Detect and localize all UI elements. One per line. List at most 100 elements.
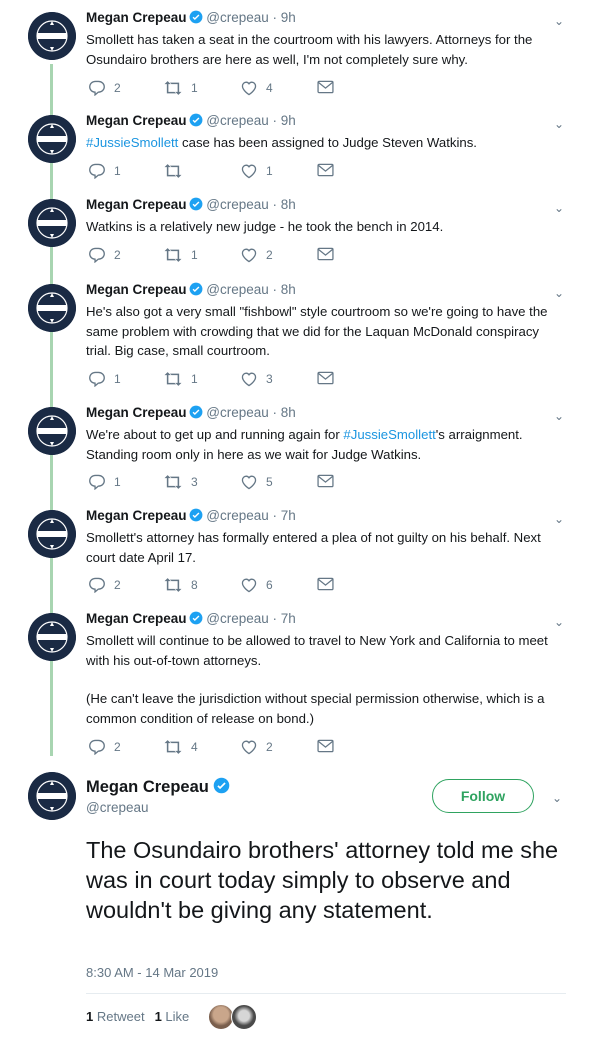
reply-icon [89,474,105,490]
author-handle[interactable]: @crepeau [206,10,269,25]
retweet-icon [164,248,182,262]
reply-count: 2 [114,578,121,592]
tweet-text: He's also got a very small "fishbowl" st… [86,304,548,358]
tweet-text: Smollett has taken a seat in the courtro… [86,32,533,67]
reply-button[interactable]: 1 [88,163,121,179]
like-button[interactable]: 4 [240,80,273,96]
author-handle[interactable]: @crepeau [206,508,269,523]
like-button[interactable]: 2 [240,739,273,755]
like-button[interactable]: 6 [240,577,273,593]
direct-message-button[interactable] [317,247,334,261]
tweet-time[interactable]: 8h [281,282,296,297]
engager-avatars [208,1004,257,1030]
direct-message-button[interactable] [317,80,334,94]
verified-badge-icon [213,777,230,799]
chevron-down-icon[interactable]: ⌄ [554,14,564,28]
reply-button[interactable]: 1 [88,371,121,387]
avatar[interactable] [28,407,76,455]
avatar[interactable] [28,115,76,163]
verified-badge-icon [189,197,203,214]
envelope-icon [317,474,334,488]
author-name[interactable]: Megan Crepeau [86,508,187,523]
direct-message-button[interactable] [317,739,334,753]
author-handle[interactable]: @crepeau [206,197,269,212]
reply-icon [89,247,105,263]
reply-count: 2 [114,248,121,262]
author-handle[interactable]: @crepeau [206,282,269,297]
reply-count: 2 [114,81,121,95]
tweet-time[interactable]: 9h [281,10,296,25]
like-stat[interactable]: 1 Like [155,1009,190,1024]
like-count: 3 [266,372,273,386]
hashtag-link[interactable]: #JussieSmollett [343,427,435,442]
direct-message-button[interactable] [317,577,334,591]
tweet-timestamp[interactable]: 8:30 AM - 14 Mar 2019 [86,965,218,980]
chevron-down-icon[interactable]: ⌄ [554,201,564,215]
author-name[interactable]: Megan Crepeau [86,778,209,796]
direct-message-button[interactable] [317,474,334,488]
reply-button[interactable]: 1 [88,474,121,490]
avatar[interactable] [28,284,76,332]
author-handle[interactable]: @crepeau [206,113,269,128]
retweet-count: 1 [86,1009,94,1024]
author-name[interactable]: Megan Crepeau [86,405,187,420]
envelope-icon [317,577,334,591]
avatar[interactable] [28,772,76,820]
avatar[interactable] [28,12,76,60]
verified-badge-icon [189,282,203,299]
tweet-time[interactable]: 7h [281,508,296,523]
heart-icon [241,81,257,96]
chevron-down-icon[interactable]: ⌄ [554,409,564,423]
author-name[interactable]: Megan Crepeau [86,197,187,212]
tweet-time[interactable]: 8h [281,197,296,212]
author-name[interactable]: Megan Crepeau [86,611,187,626]
envelope-icon [317,163,334,177]
hashtag-link[interactable]: #JussieSmollett [86,135,178,150]
verified-badge-icon [189,508,203,525]
author-handle[interactable]: @crepeau [86,800,149,815]
retweet-button[interactable]: 4 [163,739,198,755]
direct-message-button[interactable] [317,163,334,177]
retweet-button[interactable] [163,163,191,179]
chevron-down-icon[interactable]: ⌄ [552,791,562,805]
author-name[interactable]: Megan Crepeau [86,10,187,25]
retweet-button[interactable]: 8 [163,577,198,593]
tweet-time[interactable]: 7h [281,611,296,626]
like-button[interactable]: 5 [240,474,273,490]
chevron-down-icon[interactable]: ⌄ [554,117,564,131]
like-label: Like [165,1009,190,1024]
chevron-down-icon[interactable]: ⌄ [554,286,564,300]
chevron-down-icon[interactable]: ⌄ [554,615,564,629]
direct-message-button[interactable] [317,371,334,385]
reply-count: 1 [114,475,121,489]
reply-button[interactable]: 2 [88,247,121,263]
like-button[interactable]: 3 [240,371,273,387]
tweet-time[interactable]: 8h [281,405,296,420]
reply-count: 1 [114,164,121,178]
follow-button[interactable]: Follow [432,779,534,813]
heart-icon [241,578,257,593]
reply-button[interactable]: 2 [88,80,121,96]
retweet-button[interactable]: 1 [163,371,198,387]
retweet-icon [164,372,182,386]
avatar[interactable] [231,1004,257,1030]
author-handle[interactable]: @crepeau [206,405,269,420]
retweet-button[interactable]: 1 [163,80,198,96]
retweet-stat[interactable]: 1 Retweet [86,1009,145,1024]
tweet-time[interactable]: 9h [281,113,296,128]
retweet-button[interactable]: 3 [163,474,198,490]
like-button[interactable]: 1 [240,163,273,179]
author-name[interactable]: Megan Crepeau [86,282,187,297]
avatar[interactable] [28,613,76,661]
avatar[interactable] [28,199,76,247]
retweet-button[interactable]: 1 [163,247,198,263]
like-count: 5 [266,475,273,489]
reply-button[interactable]: 2 [88,577,121,593]
tweet-paragraph: Smollett will continue to be allowed to … [86,633,548,668]
author-handle[interactable]: @crepeau [206,611,269,626]
author-name[interactable]: Megan Crepeau [86,113,187,128]
chevron-down-icon[interactable]: ⌄ [554,512,564,526]
like-button[interactable]: 2 [240,247,273,263]
avatar[interactable] [28,510,76,558]
reply-button[interactable]: 2 [88,739,121,755]
